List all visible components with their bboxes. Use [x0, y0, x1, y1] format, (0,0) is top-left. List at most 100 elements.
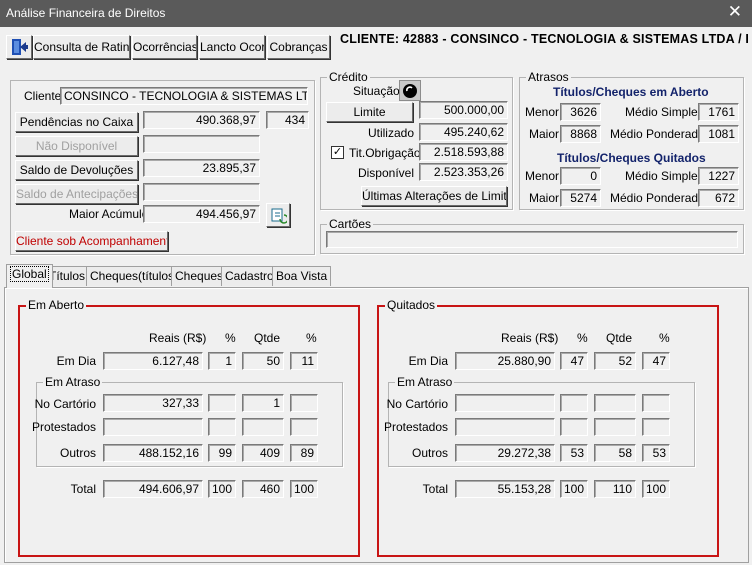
aberto-medio-simples-label: Médio Simples — [625, 105, 704, 119]
lancto-ocor-button[interactable]: Lancto Ocor. — [199, 35, 265, 59]
quitados-em-dia-label: Em Dia — [408, 354, 448, 368]
quitados-outros-pct: 53 — [560, 444, 588, 462]
quitados-protestados-pct-q — [642, 418, 670, 436]
pendencias-caixa-button[interactable]: Pendências no Caixa — [15, 112, 138, 132]
disponivel-label: Disponível — [357, 166, 414, 180]
cliente-label: Cliente — [24, 89, 62, 103]
consulta-rating-button[interactable]: Consulta de Rating — [33, 35, 130, 59]
cliente-acompanhamento-button[interactable]: Cliente sob Acompanhamento — [15, 231, 168, 251]
atrasos-caption: Atrasos — [526, 70, 571, 84]
quitados-em-dia-pct-q: 47 — [642, 352, 670, 370]
quitados-protestados-label: Protestados — [383, 420, 448, 434]
aberto-maior-field: 8868 — [560, 125, 601, 143]
quitados-menor-field: 0 — [560, 167, 601, 185]
quitados-medio-simples-field: 1227 — [698, 167, 739, 185]
quitados-total-label: Total — [422, 482, 448, 496]
aberto-protestados-label: Protestados — [31, 420, 96, 434]
aberto-menor-field: 3626 — [560, 103, 601, 121]
quitados-no-cartorio-pct-q — [642, 394, 670, 412]
aberto-outros-label: Outros — [59, 446, 96, 460]
quitados-maior-label: Maior — [529, 191, 560, 205]
aberto-col-reais: Reais (R$) — [149, 331, 207, 345]
quitados-col-pct-q: % — [659, 331, 670, 345]
disponivel-field: 2.523.353,26 — [419, 163, 508, 181]
aberto-em-dia-qtde: 50 — [242, 352, 284, 370]
aberto-total-label: Total — [70, 482, 96, 496]
quitados-no-cartorio-qtde — [594, 394, 636, 412]
aberto-protestados-pct-q — [290, 418, 318, 436]
aberto-no-cartorio-reais: 327,33 — [103, 394, 203, 412]
quitados-medio-ponderado-label: Médio Ponderado — [610, 191, 705, 205]
atrasos-aberto-title: Títulos/Cheques em Aberto — [553, 85, 709, 99]
tab-global-label: Global — [10, 266, 49, 282]
titobrig-checkbox[interactable]: ✓ — [331, 146, 344, 159]
exit-door-icon — [12, 39, 28, 55]
quitados-em-dia-reais: 25.880,90 — [455, 352, 555, 370]
aberto-no-cartorio-pct — [208, 394, 236, 412]
refresh-acumulo-button[interactable] — [266, 203, 290, 227]
cartoes-caption: Cartões — [327, 217, 374, 231]
quitados-outros-label: Outros — [411, 446, 448, 460]
quitados-col-pct: % — [577, 331, 588, 345]
aberto-em-dia-pct-q: 11 — [290, 352, 318, 370]
aberto-protestados-qtde — [242, 418, 284, 436]
aberto-total-reais: 494.606,97 — [103, 480, 203, 498]
aberto-outros-pct: 99 — [208, 444, 236, 462]
cliente-banner: CLIENTE: 42883 - CONSINCO - TECNOLOGIA &… — [340, 32, 750, 46]
quitados-col-reais: Reais (R$) — [501, 331, 559, 345]
saldo-devolucoes-button[interactable]: Saldo de Devoluções — [15, 160, 138, 180]
refresh-icon — [271, 208, 289, 224]
quitados-no-cartorio-label: No Cartório — [386, 397, 448, 411]
quitados-total-pct: 100 — [560, 480, 588, 498]
quitados-total-pct-q: 100 — [642, 480, 670, 498]
quitados-outros-qtde: 58 — [594, 444, 636, 462]
tab-global[interactable]: Global — [6, 264, 53, 288]
quitados-medio-ponderado-field: 672 — [698, 189, 739, 207]
aberto-outros-reais: 488.152,16 — [103, 444, 203, 462]
aberto-no-cartorio-pct-q — [290, 394, 318, 412]
tab-boa-vista[interactable]: Boa Vista — [272, 266, 332, 286]
aberto-total-pct-q: 100 — [290, 480, 318, 498]
cliente-nome-field: CONSINCO - TECNOLOGIA & SISTEMAS LTDA — [60, 87, 308, 105]
aberto-no-cartorio-qtde: 1 — [242, 394, 284, 412]
quitados-total-reais: 55.153,28 — [455, 480, 555, 498]
aberto-em-dia-reais: 6.127,48 — [103, 352, 203, 370]
window-titlebar: Análise Financeira de Direitos ✕ — [0, 0, 752, 27]
aberto-medio-simples-field: 1761 — [698, 103, 739, 121]
saldo-devolucoes-field: 23.895,37 — [143, 159, 260, 177]
aberto-medio-ponderado-label: Médio Ponderado — [610, 127, 705, 141]
situacao-status-icon — [403, 84, 417, 98]
aberto-maior-label: Maior — [529, 127, 560, 141]
saldo-antecipacoes-field — [143, 183, 260, 201]
quitados-em-dia-qtde: 52 — [594, 352, 636, 370]
limite-button[interactable]: Limite — [326, 102, 413, 122]
ultimas-alteracoes-limite-button[interactable]: Últimas Alterações de Limite — [361, 186, 507, 206]
quitados-no-cartorio-pct — [560, 394, 588, 412]
tab-cheques-titulos[interactable]: Cheques(títulos) — [86, 266, 183, 286]
em-aberto-caption: Em Aberto — [26, 298, 87, 312]
aberto-total-qtde: 460 — [242, 480, 284, 498]
aberto-em-dia-label: Em Dia — [56, 354, 96, 368]
aberto-col-pct: % — [225, 331, 236, 345]
tab-cheques[interactable]: Cheques — [171, 266, 228, 286]
aberto-medio-ponderado-field: 1081 — [698, 125, 739, 143]
cartoes-field — [326, 231, 738, 248]
quitados-outros-reais: 29.272,38 — [455, 444, 555, 462]
aberto-outros-pct-q: 89 — [290, 444, 318, 462]
exit-button[interactable] — [6, 35, 32, 59]
situacao-indicator — [399, 80, 421, 101]
aberto-protestados-reais — [103, 418, 203, 436]
quitados-protestados-reais — [455, 418, 555, 436]
aberto-col-qtde: Qtde — [254, 331, 281, 345]
saldo-antecipacoes-button[interactable]: Saldo de Antecipações — [15, 184, 138, 204]
close-icon[interactable]: ✕ — [728, 3, 742, 21]
cobrancas-button[interactable]: Cobranças — [267, 35, 330, 59]
tab-cadastro[interactable]: Cadastro — [221, 266, 278, 286]
quitados-caption: Quitados — [385, 298, 438, 312]
credito-caption: Crédito — [327, 70, 370, 84]
aberto-em-dia-pct: 1 — [208, 352, 236, 370]
quitados-em-dia-pct: 47 — [560, 352, 588, 370]
ocorrencias-button[interactable]: Ocorrências — [132, 35, 197, 59]
nao-disponivel-button[interactable]: Não Disponível — [15, 136, 138, 156]
aberto-em-atraso-caption: Em Atraso — [43, 375, 103, 389]
